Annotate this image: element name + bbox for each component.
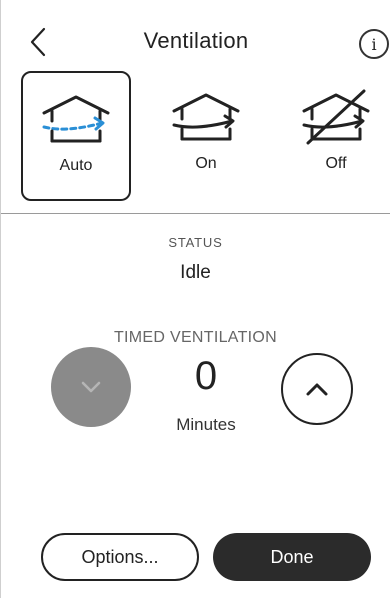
- info-icon: i: [371, 34, 377, 54]
- house-airflow-off-icon: [302, 89, 370, 145]
- chevron-down-icon: [81, 381, 101, 393]
- timed-ventilation-label: TIMED VENTILATION: [113, 329, 278, 346]
- options-button[interactable]: Options...: [41, 533, 199, 581]
- status-value: Idle: [180, 262, 211, 283]
- house-airflow-auto-icon: [42, 95, 110, 143]
- mode-auto-label: Auto: [59, 157, 93, 174]
- house-airflow-on-icon: [172, 93, 240, 141]
- increase-minutes-button[interactable]: [281, 353, 353, 425]
- mode-on-label: On: [195, 155, 217, 172]
- timed-minutes-unit: Minutes: [176, 415, 236, 434]
- chevron-up-icon: [306, 383, 328, 396]
- mode-on-button[interactable]: On: [151, 71, 261, 201]
- section-divider: [1, 213, 390, 214]
- done-button[interactable]: Done: [213, 533, 371, 581]
- header: Ventilation i: [1, 0, 390, 80]
- mode-off-button[interactable]: Off: [281, 71, 390, 201]
- info-button[interactable]: i: [359, 29, 389, 59]
- status-label: STATUS: [168, 235, 223, 250]
- mode-selector: Auto On Off: [21, 71, 390, 201]
- decrease-minutes-button[interactable]: [51, 347, 131, 427]
- page-title: Ventilation: [143, 28, 249, 53]
- timed-minutes-value: 0: [194, 354, 218, 398]
- mode-off-label: Off: [325, 155, 347, 172]
- mode-auto-button[interactable]: Auto: [21, 71, 131, 201]
- ventilation-screen: Ventilation i Auto On Off STATUS Idle TI…: [0, 0, 390, 598]
